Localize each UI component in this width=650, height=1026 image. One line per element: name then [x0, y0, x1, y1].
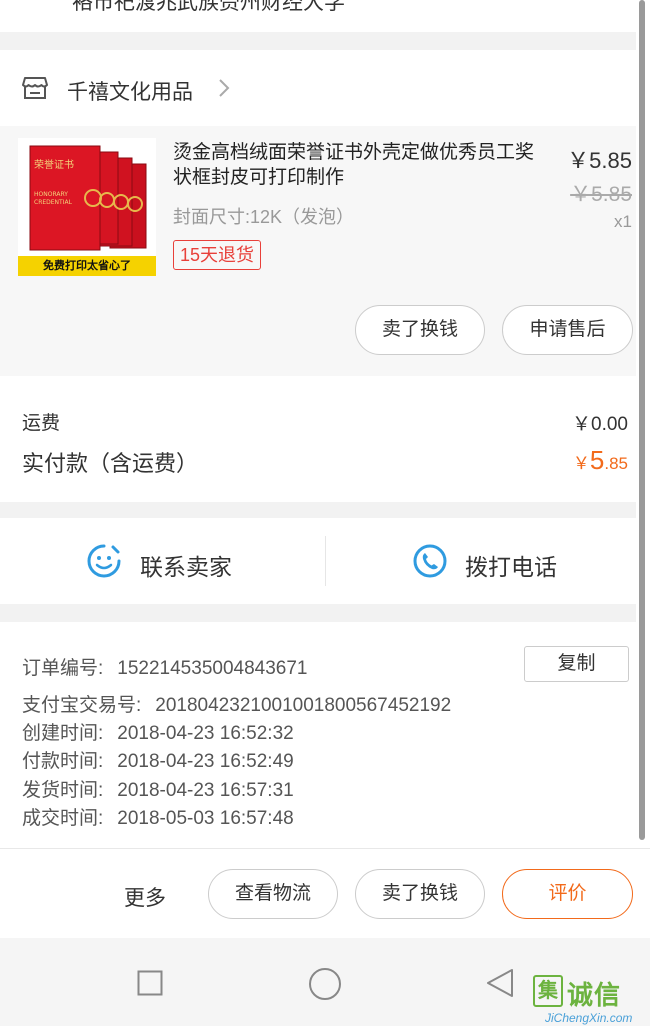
- certificate-en-2: CREDENTIAL: [34, 199, 73, 206]
- paid-label: 实付款（含运费）: [22, 451, 199, 476]
- paid-time-label: 付款时间:: [22, 751, 104, 772]
- product-spec: 封面尺寸:12K（发泡）: [173, 207, 355, 227]
- alipay-label: 支付宝交易号:: [22, 695, 142, 716]
- product-title[interactable]: 烫金高档绒面荣誉证书外壳定做优秀员工奖状框封皮可打印制作: [173, 140, 545, 190]
- resell-button[interactable]: 卖了换钱: [355, 305, 485, 355]
- order-info: 订单编号: 152214535004843671 复制 支付宝交易号: 201804…: [0, 622, 636, 846]
- watermark-text: 诚信: [567, 980, 622, 1010]
- order-number: 152214535004843671: [117, 658, 308, 679]
- product-thumbnail[interactable]: 荣誉证书 HONORARY CREDENTIAL 免费打印太省心了: [18, 138, 156, 276]
- original-price: ￥5.85: [570, 183, 632, 206]
- shipped-time: 2018-04-23 16:57:31: [117, 780, 294, 801]
- quantity: x1: [614, 212, 632, 231]
- cropped-address-row: 袼市祀渡兆武族赍州财经大学: [0, 0, 636, 32]
- cropped-address-text: 袼市祀渡兆武族赍州财经大学: [72, 0, 345, 14]
- chevron-right-icon: [219, 79, 230, 97]
- square-icon[interactable]: [137, 970, 163, 996]
- order-item[interactable]: 荣誉证书 HONORARY CREDENTIAL 免费打印太省心了 烫金高档绒面…: [0, 126, 636, 376]
- certificate-caption: 荣誉证书: [34, 158, 74, 171]
- certificate-en-1: HONORARY: [34, 191, 68, 198]
- shipping-value: ￥0.00: [572, 414, 628, 435]
- order-number-row: 订单编号: 152214535004843671: [22, 653, 308, 680]
- after-sale-button[interactable]: 申请售后: [502, 305, 633, 355]
- section-gap: [0, 32, 636, 50]
- paid-time: 2018-04-23 16:52:49: [117, 751, 294, 772]
- shipped-label: 发货时间:: [22, 780, 104, 801]
- phone-icon: [413, 544, 447, 578]
- view-logistics-button[interactable]: 查看物流: [208, 869, 338, 919]
- resell-button-bottom[interactable]: 卖了换钱: [355, 869, 485, 919]
- unit-price: ￥5.85: [567, 148, 632, 173]
- paid-decimal: .85: [604, 454, 628, 473]
- contact-seller-button[interactable]: 联系卖家: [0, 518, 318, 604]
- fee-summary: 运费 ￥0.00 实付款（含运费） ￥5.85: [0, 376, 636, 502]
- circle-icon[interactable]: [308, 967, 342, 1001]
- call-phone-label: 拨打电话: [465, 554, 557, 580]
- chat-smile-icon: [87, 544, 121, 578]
- store-icon: [22, 77, 48, 99]
- action-bar: 更多 查看物流 卖了换钱 评价: [0, 848, 650, 938]
- triangle-back-icon[interactable]: [484, 967, 516, 999]
- paid-row: 付款时间: 2018-04-23 16:52:49: [22, 746, 294, 773]
- alipay-number: 2018042321001001800567452192: [155, 695, 452, 716]
- contact-bar: 联系卖家 拨打电话: [0, 518, 636, 604]
- alipay-row: 支付宝交易号: 2018042321001001800567452192: [22, 690, 451, 717]
- created-label: 创建时间:: [22, 723, 104, 744]
- closed-label: 成交时间:: [22, 808, 104, 829]
- created-row: 创建时间: 2018-04-23 16:52:32: [22, 718, 294, 745]
- review-button[interactable]: 评价: [502, 869, 633, 919]
- more-button[interactable]: 更多: [124, 882, 166, 912]
- copy-button[interactable]: 复制: [524, 646, 629, 682]
- watermark: 集 诚信 JiChengXin.com: [533, 975, 650, 1026]
- shop-name[interactable]: 千禧文化用品: [67, 76, 193, 106]
- contact-seller-label: 联系卖家: [140, 554, 232, 580]
- watermark-logo: 集: [533, 975, 563, 1007]
- return-policy-badge: 15天退货: [173, 240, 262, 270]
- watermark-url: JiChengXin.com: [545, 1011, 633, 1025]
- closed-time: 2018-05-03 16:57:48: [117, 808, 294, 829]
- created-time: 2018-04-23 16:52:32: [117, 723, 294, 744]
- call-phone-button[interactable]: 拨打电话: [326, 518, 644, 604]
- order-number-label: 订单编号:: [22, 658, 104, 679]
- paid-currency: ￥: [572, 454, 590, 473]
- shipped-row: 发货时间: 2018-04-23 16:57:31: [22, 775, 294, 802]
- shipping-label: 运费: [22, 413, 61, 434]
- paid-integer: 5: [589, 445, 605, 475]
- shop-header[interactable]: 千禧文化用品: [0, 50, 636, 126]
- closed-row: 成交时间: 2018-05-03 16:57:48: [22, 803, 294, 830]
- paid-amount: ￥5.85: [573, 445, 628, 476]
- section-gap: [0, 604, 636, 622]
- section-gap: [0, 502, 636, 518]
- product-banner: 免费打印太省心了: [18, 256, 156, 276]
- certificate-image: 荣誉证书 HONORARY CREDENTIAL: [18, 138, 156, 256]
- scrollbar[interactable]: [639, 0, 645, 840]
